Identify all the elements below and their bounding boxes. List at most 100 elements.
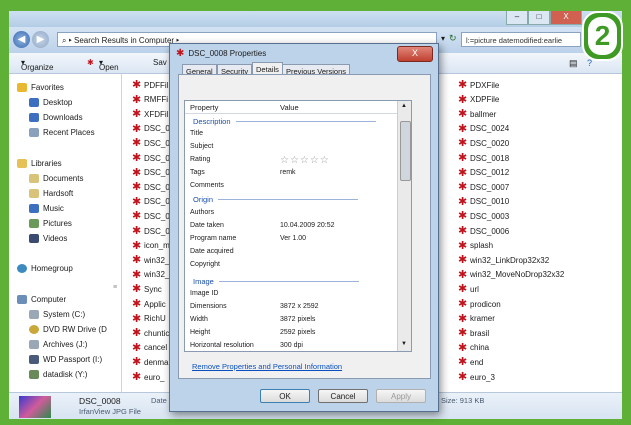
file-item[interactable]: ✱ splash <box>458 240 493 251</box>
file-item[interactable]: ✱ win32_ <box>132 269 169 280</box>
minimize-button[interactable]: – <box>506 11 528 25</box>
file-item[interactable]: ✱ RichU <box>132 313 166 324</box>
file-item[interactable]: ✱ DSC_0 <box>132 226 170 237</box>
file-item[interactable]: ✱ DSC_0 <box>132 196 170 207</box>
remove-properties-link[interactable]: Remove Properties and Personal Informati… <box>192 362 342 371</box>
dropdown-arrow-icon[interactable]: ▾ <box>441 34 445 43</box>
file-item[interactable]: ✱ DSC_0020 <box>458 138 509 149</box>
file-item[interactable]: ✱ XDPFile <box>458 94 499 105</box>
file-item[interactable]: ✱ XFDFil <box>132 109 168 120</box>
col-value[interactable]: Value <box>280 103 299 112</box>
nav-item-pictures[interactable]: Pictures <box>29 219 72 228</box>
file-item[interactable]: ✱ DSC_0018 <box>458 153 509 164</box>
rating-stars-icon[interactable]: ☆☆☆☆☆ <box>280 155 330 166</box>
file-item[interactable]: ✱ win32_LinkDrop32x32 <box>458 255 549 266</box>
property-value[interactable]: 300 dpi <box>280 342 303 349</box>
nav-item-downloads[interactable]: Downloads <box>29 113 83 122</box>
open-menu[interactable]: Open ▾ <box>99 58 119 72</box>
nav-item-hardsoft[interactable]: Hardsoft <box>29 189 73 198</box>
organize-menu[interactable]: Organize ▾ <box>21 58 53 72</box>
file-item[interactable]: ✱ prodicon <box>458 298 501 310</box>
file-item[interactable]: ✱ win32_ <box>132 255 169 266</box>
file-item[interactable]: ✱ PDXFile <box>458 80 499 91</box>
nav-item-datadisk[interactable]: datadisk (Y:) <box>29 370 87 379</box>
nav-item-documents[interactable]: Documents <box>29 174 83 183</box>
cancel-button[interactable]: Cancel <box>318 389 368 403</box>
nav-item-recent-places[interactable]: Recent Places <box>29 128 95 137</box>
scroll-up-icon[interactable]: ▲ <box>401 103 407 109</box>
nav-item-music[interactable]: Music <box>29 204 64 213</box>
image-file-icon: ✱ <box>132 341 142 354</box>
file-item[interactable]: ✱ DSC_0006 <box>458 226 509 237</box>
file-item[interactable]: ✱ DSC_0003 <box>458 211 509 222</box>
view-options-icon[interactable]: ▤ <box>569 58 578 69</box>
forward-arrow-icon[interactable]: ▶ <box>32 31 49 48</box>
file-item[interactable]: ✱ Applic <box>132 299 166 310</box>
file-item[interactable]: ✱ icon_m <box>132 240 170 251</box>
file-item[interactable]: ✱ kramer <box>458 313 495 324</box>
image-file-icon: ✱ <box>458 298 468 310</box>
property-value[interactable]: 3872 x 2592 <box>280 303 319 310</box>
close-button[interactable]: X <box>550 11 582 25</box>
file-item[interactable]: ✱ PDFFil <box>132 80 168 91</box>
back-arrow-icon[interactable]: ◀ <box>13 31 30 48</box>
refresh-icon[interactable]: ↻ <box>449 33 457 44</box>
file-item[interactable]: ✱ euro_ <box>132 372 164 383</box>
image-file-icon: ✱ <box>458 327 468 340</box>
file-item[interactable]: ✱ url <box>458 284 479 295</box>
file-item[interactable]: ✱ DSC_0 <box>132 123 170 134</box>
file-item[interactable]: ✱ china <box>458 342 489 353</box>
property-value[interactable]: 10.04.2009 20:52 <box>280 222 335 229</box>
ok-button[interactable]: OK <box>260 389 310 403</box>
file-name: DSC_0 <box>144 168 170 178</box>
step-badge: 2 <box>582 11 623 61</box>
property-value[interactable]: remk <box>280 169 296 176</box>
nav-homegroup[interactable]: Homegroup <box>17 264 73 273</box>
dialog-close-button[interactable]: X <box>397 46 433 62</box>
file-item[interactable]: ✱ DSC_0007 <box>458 182 510 193</box>
file-item[interactable]: ✱ RMFFi <box>132 94 168 105</box>
file-item[interactable]: ✱ Sync <box>132 284 162 295</box>
scroll-down-icon[interactable]: ▼ <box>401 341 407 347</box>
apply-button[interactable]: Apply <box>376 389 426 403</box>
property-value[interactable]: 2592 pixels <box>280 329 315 336</box>
file-item[interactable]: ✱ DSC_0 <box>132 211 170 222</box>
pane-splitter-icon[interactable]: ≡ <box>113 284 117 291</box>
scroll-thumb[interactable] <box>400 121 411 181</box>
save-menu[interactable]: Sav <box>153 58 167 67</box>
file-item[interactable]: ✱ DSC_0010 <box>458 196 509 207</box>
search-input[interactable]: l:=picture datemodified:earlie <box>461 32 581 47</box>
nav-item-wd-passport[interactable]: WD Passport (I:) <box>29 355 102 364</box>
nav-favorites[interactable]: Favorites <box>17 83 64 92</box>
file-item[interactable]: ✱ win32_MoveNoDrop32x32 <box>458 269 564 280</box>
file-item[interactable]: ✱ ballmer <box>458 109 496 120</box>
nav-item-archives[interactable]: Archives (J:) <box>29 340 87 349</box>
file-item[interactable]: ✱ DSC_0 <box>132 138 170 149</box>
col-property[interactable]: Property <box>190 103 218 112</box>
file-item[interactable]: ✱ DSC_0012 <box>458 167 509 178</box>
file-item[interactable]: ✱ DSC_0 <box>132 182 170 193</box>
file-item[interactable]: ✱ denma <box>132 357 168 368</box>
file-item[interactable]: ✱ DSC_0 <box>132 167 170 178</box>
maximize-button[interactable]: □ <box>528 11 550 25</box>
file-item[interactable]: ✱ end <box>458 357 483 368</box>
nav-computer[interactable]: Computer <box>17 295 66 304</box>
file-item[interactable]: ✱ brasil <box>458 327 489 340</box>
file-name: RMFFi <box>144 95 168 105</box>
file-item[interactable]: ✱ DSC_0 <box>132 153 170 164</box>
nav-item-videos[interactable]: Videos <box>29 234 67 243</box>
nav-item-dvd-drive[interactable]: DVD RW Drive (D <box>29 325 107 334</box>
nav-libraries[interactable]: Libraries <box>17 159 62 168</box>
file-item[interactable]: ✱ DSC_0024 <box>458 123 509 134</box>
property-value[interactable]: Ver 1.00 <box>280 235 306 242</box>
file-item[interactable]: ✱ euro_3 <box>458 372 495 383</box>
file-item[interactable]: ✱ chuntic <box>132 328 169 339</box>
properties-dialog: ✱ DSC_0008 Properties X General Security … <box>169 43 439 412</box>
nav-item-system-c[interactable]: System (C:) <box>29 310 85 319</box>
file-item[interactable]: ✱ cancel <box>132 341 167 354</box>
nav-item-desktop[interactable]: Desktop <box>29 98 72 107</box>
properties-scrollbar[interactable]: ▲ ▼ <box>397 101 411 351</box>
file-name: DSC_0007 <box>470 182 510 192</box>
property-value[interactable]: 3872 pixels <box>280 316 315 323</box>
properties-header: Property Value <box>185 101 397 114</box>
